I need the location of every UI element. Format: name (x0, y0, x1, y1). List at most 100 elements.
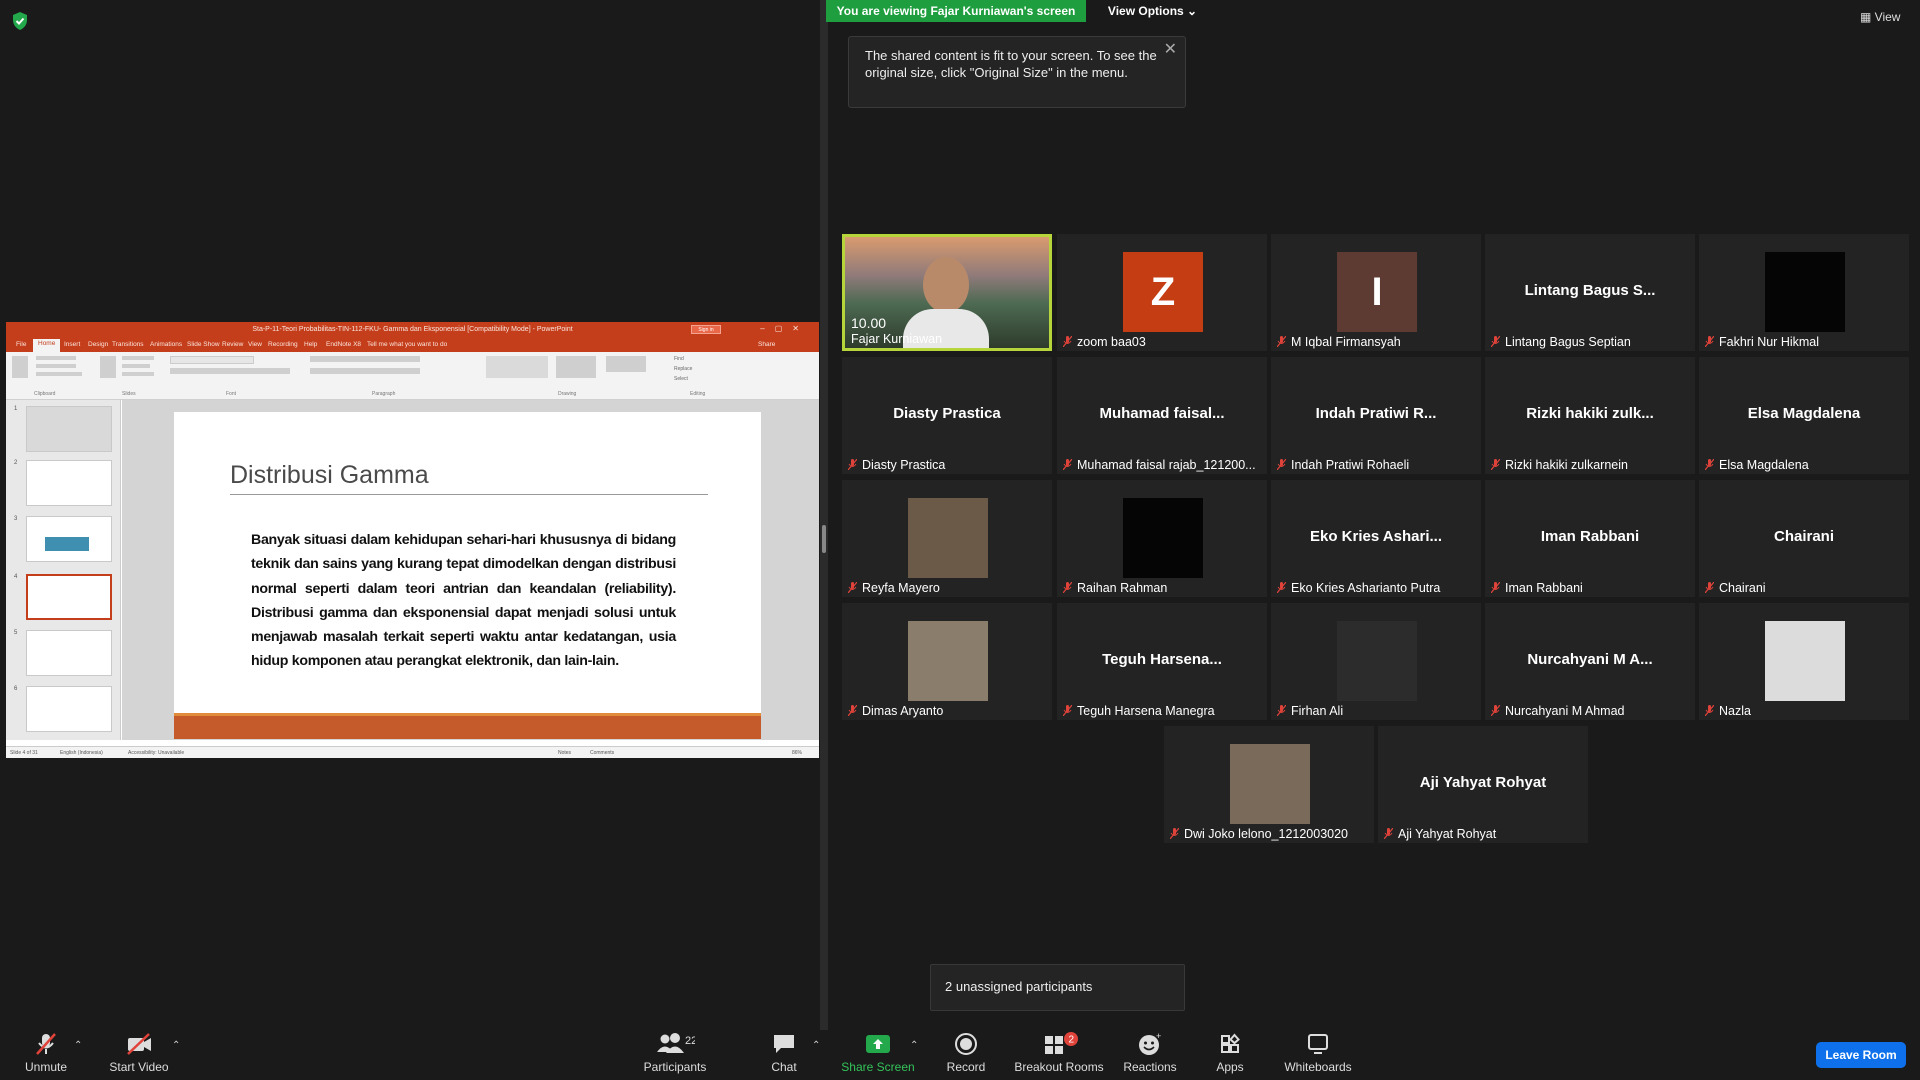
slide-thumb-6[interactable] (26, 686, 112, 732)
share-screen-button[interactable]: Share Screen (838, 1032, 918, 1078)
tab-endnote[interactable]: EndNote X8 (326, 341, 361, 348)
participant-tile[interactable]: Eko Kries Ashari... Eko Kries Asharianto … (1271, 480, 1481, 597)
participant-name: Muhamad faisal rajab_121200... (1077, 458, 1256, 472)
muted-mic-icon (1170, 828, 1179, 839)
participant-display-name: Iman Rabbani (1540, 528, 1640, 545)
tab-design[interactable]: Design (88, 341, 108, 348)
tab-help[interactable]: Help (304, 341, 317, 348)
breakout-badge: 2 (1069, 1035, 1075, 1046)
tab-animations[interactable]: Animations (150, 341, 182, 348)
participant-tile[interactable]: Nurcahyani M A... Nurcahyani M Ahmad (1485, 603, 1695, 720)
participant-tile[interactable]: Muhamad faisal... Muhamad faisal rajab_12… (1057, 357, 1267, 474)
slide-thumb-4-selected[interactable] (26, 574, 112, 620)
tab-review[interactable]: Review (222, 341, 243, 348)
participant-tile[interactable]: Nazla (1699, 603, 1909, 720)
tab-view[interactable]: View (248, 341, 262, 348)
paste-icon[interactable] (12, 356, 28, 378)
ppt-sign-in-button[interactable]: Sign in (691, 325, 721, 334)
participant-tile[interactable]: Indah Pratiwi R... Indah Pratiwi Rohaeli (1271, 357, 1481, 474)
tab-slide-show[interactable]: Slide Show (187, 341, 220, 348)
status-language[interactable]: English (Indonesia) (60, 750, 103, 756)
view-button[interactable]: ▦ View (1860, 10, 1910, 28)
whiteboards-button[interactable]: Whiteboards (1280, 1032, 1356, 1078)
select-button[interactable]: Select (674, 376, 688, 382)
participant-tile[interactable]: Aji Yahyat Rohyat Aji Yahyat Rohyat (1378, 726, 1588, 843)
tab-insert[interactable]: Insert (64, 341, 80, 348)
participant-name-label: Elsa Magdalena (1705, 458, 1809, 472)
ppt-ribbon: Find Replace Select Clipboard Slides Fon… (6, 352, 819, 400)
tab-file[interactable]: File (16, 341, 26, 348)
participant-display-name: Indah Pratiwi R... (1315, 405, 1437, 422)
participant-tile[interactable]: Diasty Prastica Diasty Prastica (842, 357, 1052, 474)
muted-mic-icon (848, 582, 857, 593)
participant-tile[interactable]: Fakhri Nur Hikmal (1699, 234, 1909, 351)
chat-button[interactable]: Chat (764, 1032, 804, 1078)
participant-tile[interactable]: 10.00 Fajar Kurniawan (842, 234, 1052, 351)
notes-button[interactable]: Notes (558, 750, 571, 756)
participant-name: Iman Rabbani (1505, 581, 1583, 595)
participant-tile[interactable]: Dimas Aryanto (842, 603, 1052, 720)
participant-name-label: zoom baa03 (1063, 335, 1146, 349)
record-button[interactable]: Record (940, 1032, 992, 1078)
tab-recording[interactable]: Recording (268, 341, 298, 348)
muted-mic-icon (1063, 336, 1072, 347)
start-video-button[interactable]: Start Video (104, 1032, 174, 1078)
whiteboard-icon (1308, 1034, 1328, 1054)
participant-tile[interactable]: Firhan Ali (1271, 603, 1481, 720)
participants-button[interactable]: 22 Participants (640, 1032, 710, 1078)
video-overlay-text: 10.00 (851, 315, 887, 331)
shapes-gallery[interactable] (486, 356, 548, 378)
breakout-rooms-button[interactable]: 2 Breakout Rooms (1012, 1032, 1106, 1078)
avatar (908, 621, 988, 701)
close-icon[interactable]: ✕ (1164, 41, 1177, 58)
participant-tile[interactable]: Rizki hakiki zulk... Rizki hakiki zulkarn… (1485, 357, 1695, 474)
video-options-caret[interactable]: ⌃ (172, 1040, 180, 1051)
reactions-button[interactable]: + Reactions (1122, 1032, 1178, 1078)
share-options-caret[interactable]: ⌃ (910, 1040, 918, 1051)
leave-room-button[interactable]: Leave Room (1816, 1042, 1906, 1068)
participant-display-name: Nurcahyani M A... (1527, 651, 1653, 668)
divider-handle[interactable] (822, 525, 826, 553)
participant-tile[interactable]: Iman Rabbani Iman Rabbani (1485, 480, 1695, 597)
status-accessibility[interactable]: Accessibility: Unavailable (128, 750, 184, 756)
tab-home[interactable]: Home (33, 339, 61, 352)
participant-tile[interactable]: Chairani Chairani (1699, 480, 1909, 597)
audio-options-caret[interactable]: ⌃ (74, 1040, 82, 1051)
participant-name: zoom baa03 (1077, 335, 1146, 349)
slide-thumb-1[interactable] (26, 406, 112, 452)
slide-thumb-5[interactable] (26, 630, 112, 676)
tab-transitions[interactable]: Transitions (112, 341, 144, 348)
participant-tile[interactable]: Dwi Joko lelono_1212003020 (1164, 726, 1374, 843)
participant-tile[interactable]: Teguh Harsena... Teguh Harsena Manegra (1057, 603, 1267, 720)
chat-options-caret[interactable]: ⌃ (812, 1040, 820, 1051)
group-clipboard: Clipboard (34, 391, 56, 397)
participant-tile[interactable]: I M Iqbal Firmansyah (1271, 234, 1481, 351)
muted-mic-icon (1705, 705, 1714, 716)
unassigned-participants-popup[interactable]: 2 unassigned participants (930, 964, 1185, 1011)
view-options-button[interactable]: View Options ⌄ (1100, 0, 1205, 22)
zoom-level[interactable]: 86% (792, 750, 802, 756)
slide-thumb-2[interactable] (26, 460, 112, 506)
ppt-share-button[interactable]: Share (758, 341, 775, 348)
participant-tile[interactable]: Zzoom baa03 (1057, 234, 1267, 351)
participant-tile[interactable]: Elsa Magdalena Elsa Magdalena (1699, 357, 1909, 474)
participant-tile[interactable]: Reyfa Mayero (842, 480, 1052, 597)
window-controls[interactable]: –▢✕ (760, 324, 809, 333)
muted-mic-icon (848, 705, 857, 716)
encryption-shield-icon[interactable] (12, 12, 28, 30)
apps-button[interactable]: Apps (1210, 1032, 1250, 1078)
participant-tile[interactable]: Raihan Rahman (1057, 480, 1267, 597)
split-divider[interactable] (820, 0, 828, 1030)
avatar (1230, 744, 1310, 824)
replace-button[interactable]: Replace (674, 366, 692, 372)
new-slide-icon[interactable] (100, 356, 116, 378)
group-slides: Slides (122, 391, 136, 397)
font-name-select[interactable] (170, 356, 254, 364)
unmute-button[interactable]: Unmute (18, 1032, 74, 1078)
slide-thumb-3[interactable] (26, 516, 112, 562)
avatar (1765, 252, 1845, 332)
participant-tile[interactable]: Lintang Bagus S... Lintang Bagus Septian (1485, 234, 1695, 351)
find-button[interactable]: Find (674, 356, 684, 362)
tell-me-search[interactable]: Tell me what you want to do (367, 341, 447, 348)
comments-button[interactable]: Comments (590, 750, 614, 756)
